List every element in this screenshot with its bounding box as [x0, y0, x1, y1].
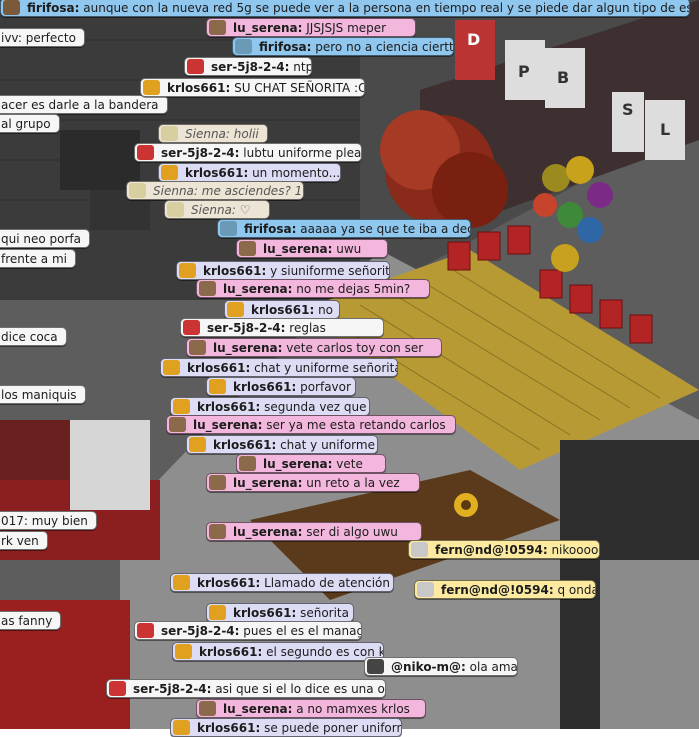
banner-letter: L — [660, 120, 671, 139]
chat-bubble: krlos661: Llamado de atención 1 — [170, 573, 394, 592]
avatar-icon — [173, 399, 190, 414]
chat-bubble: Sienna: me asciendes? 1 — [126, 181, 304, 200]
chat-bubble: lu_serena: uwu — [236, 239, 388, 258]
edge-chat-bubble: dice coca — [0, 327, 67, 346]
chat-bubble: ser-5j8-2-4: lubtu uniforme please — [134, 143, 362, 162]
chat-bubble: krlos661: un momento... — [158, 163, 341, 182]
avatar-icon — [209, 475, 226, 490]
chat-bubble: lu_serena: vete — [236, 454, 386, 473]
avatar-icon — [239, 456, 256, 471]
chat-bubble: lu_serena: no me dejas 5min? — [196, 279, 430, 298]
chat-bubble: fern@nd@!0594: q onda? — [414, 580, 596, 599]
avatar-icon — [411, 542, 428, 557]
avatar-icon — [239, 241, 256, 256]
chat-bubble: lu_serena: un reto a la vez — [206, 473, 420, 492]
chat-bubble: krlos661: segunda vez que pido — [170, 397, 370, 416]
avatar-icon — [417, 582, 434, 597]
chat-bubble: ser-5j8-2-4: ntp — [184, 57, 312, 76]
avatar-icon — [189, 437, 206, 452]
banner-letter: B — [557, 68, 570, 87]
chat-bubble: krlos661: chat y uniforme — [186, 435, 378, 454]
edge-chat-bubble: frente a mi — [0, 249, 76, 268]
chat-bubble: lu_serena: ser ya me esta retando carlos — [166, 415, 456, 434]
avatar-icon — [167, 202, 184, 217]
chat-bubble: krlos661: el segundo es con kik — [172, 642, 384, 661]
avatar-icon — [163, 360, 180, 375]
chat-bubble: lu_serena: JJSJSJS meper — [206, 18, 416, 37]
chat-bubble: firifosa: pero no a ciencia ciertta — [232, 37, 454, 56]
avatar-icon — [227, 302, 244, 317]
chat-bubble: Sienna: ♡ — [164, 200, 270, 219]
chat-bubble: firifosa: aunque con la nueva red 5g se … — [0, 0, 690, 17]
chat-bubble: ser-5j8-2-4: asi que si el lo dice es un… — [106, 679, 386, 698]
edge-chat-bubble: al grupo — [0, 114, 60, 133]
avatar-icon — [175, 644, 192, 659]
avatar-icon — [220, 221, 237, 236]
game-room-scene[interactable]: D P B S L ivv: perfecto acer es darle a … — [0, 0, 699, 737]
banner-letter: P — [518, 62, 530, 81]
chat-bubble: lu_serena: a no mamxes krlos — [196, 699, 426, 718]
edge-chat-bubble: qui neo porfa — [0, 229, 90, 248]
chat-bubble: ser-5j8-2-4: reglas — [180, 318, 384, 337]
avatar-icon — [235, 39, 252, 54]
chat-bubble: krlos661: y siuniforme señorita? — [176, 261, 390, 280]
avatar-icon — [3, 0, 20, 15]
avatar-icon — [209, 20, 226, 35]
avatar-icon — [183, 320, 200, 335]
avatar-icon — [109, 681, 126, 696]
chat-bubble: firifosa: aaaaa ya se que te iba a decir — [217, 219, 471, 238]
chat-bubble: krlos661: chat y uniforme señorita — [160, 358, 398, 377]
edge-chat-bubble: acer es darle a la bandera — [0, 95, 168, 114]
chat-bubble: krlos661: porfavor — [206, 377, 356, 396]
avatar-icon — [209, 379, 226, 394]
avatar-icon — [137, 623, 154, 638]
chat-bubble: fern@nd@!0594: nikooooo — [408, 540, 600, 559]
chat-bubble: krlos661: SU CHAT SEÑORITA :C — [140, 78, 365, 97]
edge-chat-bubble: ivv: perfecto — [0, 28, 85, 47]
chat-bubble: lu_serena: ser di algo uwu — [206, 522, 422, 541]
avatar-icon — [129, 183, 146, 198]
chat-bubble: krlos661: no — [224, 300, 340, 319]
chat-bubble: Sienna: holii — [158, 124, 268, 143]
chat-bubble: krlos661: señorita — [206, 603, 354, 622]
avatar-icon — [143, 80, 160, 95]
avatar-icon — [209, 605, 226, 620]
avatar-icon — [161, 165, 178, 180]
avatar-icon — [137, 145, 154, 160]
edge-chat-bubble: 017: muy bien — [0, 511, 97, 530]
avatar-icon — [187, 59, 204, 74]
avatar-icon — [161, 126, 178, 141]
avatar-icon — [209, 524, 226, 539]
banner-letter: D — [467, 30, 481, 49]
avatar-icon — [173, 575, 190, 590]
edge-chat-bubble: los maniquis — [0, 385, 86, 404]
chat-bubble: ser-5j8-2-4: pues el es el manager — [134, 621, 362, 640]
chat-bubble: lu_serena: vete carlos toy con ser — [186, 338, 442, 357]
edge-chat-bubble: as fanny — [0, 611, 62, 630]
chat-bubble: @niko-m@: ola ama — [364, 657, 518, 676]
avatar-icon — [367, 659, 384, 674]
edge-chat-bubble: rk ven — [0, 531, 48, 550]
avatar-icon — [189, 340, 206, 355]
avatar-icon — [169, 417, 186, 432]
banner-letter: S — [622, 100, 634, 119]
avatar-icon — [199, 701, 216, 716]
avatar-icon — [179, 263, 196, 278]
avatar-icon — [199, 281, 216, 296]
chat-bubble: krlos661: se puede poner uniforme y ? — [170, 718, 402, 737]
avatar-icon — [173, 720, 190, 735]
